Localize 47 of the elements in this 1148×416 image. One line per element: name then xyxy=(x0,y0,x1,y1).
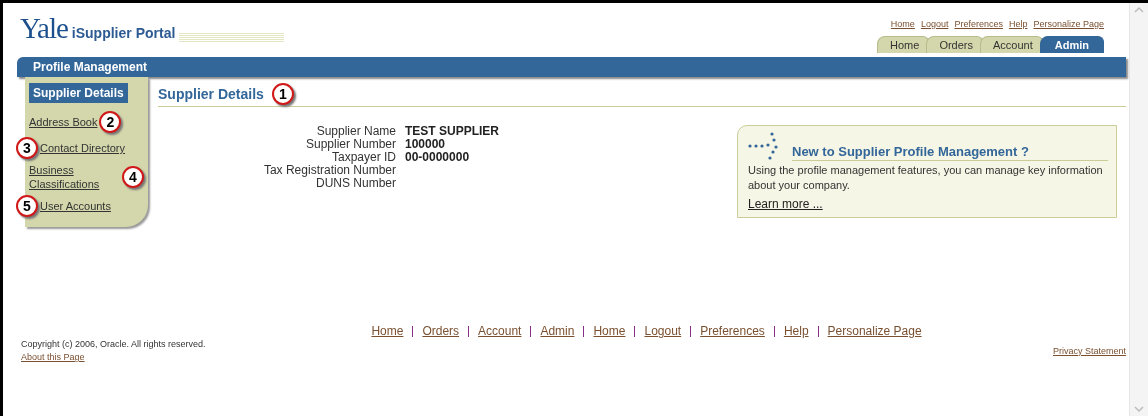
numbered-callout: 4 xyxy=(122,166,144,188)
nav-link[interactable]: Business Classifications xyxy=(29,163,120,191)
footer-link[interactable]: Help xyxy=(783,324,809,338)
learn-more-link[interactable]: Learn more ... xyxy=(748,197,823,211)
global-link[interactable]: Personalize Page xyxy=(1033,19,1104,29)
global-link[interactable]: Logout xyxy=(920,19,949,29)
nav-link[interactable]: Address Book xyxy=(29,115,98,129)
field-label: DUNS Number xyxy=(316,177,396,190)
about-link[interactable]: About this Page xyxy=(21,352,85,362)
numbered-callout: 3 xyxy=(16,137,38,159)
nav-link[interactable]: Supplier Details xyxy=(29,83,128,103)
global-link[interactable]: Home xyxy=(890,19,915,29)
footer-link[interactable]: Preferences xyxy=(700,324,765,338)
nav-link[interactable]: Contact Directory xyxy=(40,141,125,155)
nav-link[interactable]: User Accounts xyxy=(40,199,111,213)
tip-title: New to Supplier Profile Management ? xyxy=(792,144,1108,161)
field-label: Taxpayer ID xyxy=(331,151,396,164)
scrollbar[interactable] xyxy=(1129,3,1148,416)
numbered-callout: 2 xyxy=(99,111,122,133)
tab[interactable]: Orders xyxy=(926,36,983,53)
footer-link[interactable]: Orders xyxy=(422,324,460,338)
field-value: 00-0000000 xyxy=(405,151,471,164)
footer-link[interactable]: Home xyxy=(371,324,404,338)
numbered-callout: 5 xyxy=(16,195,38,217)
tab[interactable]: Home xyxy=(877,36,930,53)
field-label: Supplier Number xyxy=(304,138,396,151)
copyright-text: Copyright (c) 2006, Oracle. All rights reserved. xyxy=(21,339,206,349)
footer-link[interactable]: Logout xyxy=(644,324,682,338)
footer-link[interactable]: Admin xyxy=(540,324,575,338)
field-label: Tax Registration Number xyxy=(262,164,396,177)
product-name: iSupplier Portal xyxy=(71,25,176,41)
tab[interactable]: Admin xyxy=(1039,36,1104,53)
global-link[interactable]: Preferences xyxy=(954,19,1003,29)
logo: Yale xyxy=(20,12,68,45)
numbered-callout: 1 xyxy=(271,83,294,105)
footer-link[interactable]: Account xyxy=(478,324,522,338)
footer-link[interactable]: Home xyxy=(593,324,626,338)
privacy-link[interactable]: Privacy Statement xyxy=(1052,345,1126,356)
tab[interactable]: Account xyxy=(980,36,1043,53)
page-heading: Supplier Details xyxy=(158,86,264,102)
field-value: TEST SUPPLIER xyxy=(405,125,499,138)
tip-text: Using the profile management features, you can manage key information about your company. xyxy=(748,163,1104,193)
section-bar: Profile Management xyxy=(17,57,1126,77)
global-link[interactable]: Help xyxy=(1008,19,1028,29)
footer-link[interactable]: Personalize Page xyxy=(827,324,922,338)
field-value: 100000 xyxy=(405,138,447,151)
field-label: Supplier Name xyxy=(315,125,396,138)
